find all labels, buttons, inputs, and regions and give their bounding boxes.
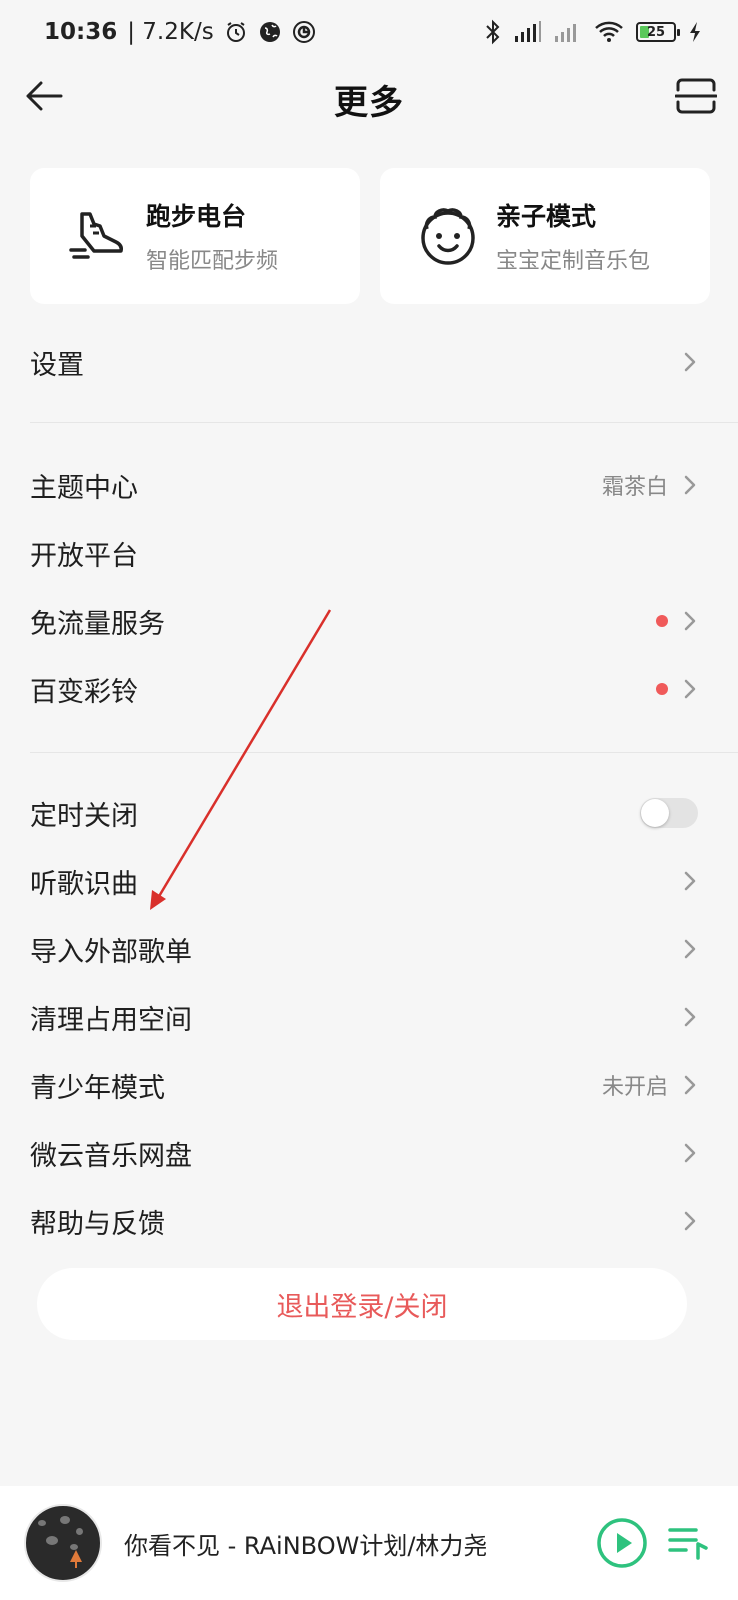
card-title: 跑步电台	[146, 202, 247, 231]
now-playing-title: 你看不见 - RAiNBOW计划/林力尧	[124, 1531, 488, 1560]
battery-icon: 25	[636, 22, 680, 42]
scan-icon	[675, 78, 717, 114]
playlist-button[interactable]	[662, 1517, 714, 1569]
globe-icon	[258, 20, 282, 44]
row-settings[interactable]: 设置	[0, 328, 738, 396]
sleep-timer-toggle[interactable]	[640, 798, 698, 828]
battery-level: 25	[646, 24, 666, 40]
divider	[30, 752, 738, 753]
baby-face-icon	[416, 204, 480, 268]
row-label: 导入外部歌单	[30, 936, 192, 968]
chevron-right-icon	[684, 351, 698, 373]
row-free-data-service[interactable]: 免流量服务	[0, 587, 738, 655]
row-cloud-music-drive[interactable]: 微云音乐网盘	[0, 1119, 738, 1187]
row-label: 主题中心	[30, 472, 138, 504]
row-theme-center[interactable]: 主题中心 霜茶白	[0, 451, 738, 519]
charging-icon	[688, 21, 702, 43]
chevron-right-icon	[684, 610, 698, 632]
page-title: 更多	[334, 82, 404, 123]
row-clear-storage[interactable]: 清理占用空间	[0, 983, 738, 1051]
mini-player[interactable]: 你看不见 - RAiNBOW计划/林力尧	[0, 1486, 738, 1600]
app-notification-icon	[292, 20, 316, 44]
card-subtitle: 宝宝定制音乐包	[496, 249, 651, 274]
row-label: 清理占用空间	[30, 1004, 192, 1036]
row-label: 百变彩铃	[30, 676, 138, 708]
chevron-right-icon	[684, 1006, 698, 1028]
playlist-icon	[668, 1528, 708, 1560]
play-button[interactable]	[596, 1517, 648, 1569]
chevron-right-icon	[684, 678, 698, 700]
row-label: 定时关闭	[30, 800, 138, 832]
row-help-feedback[interactable]: 帮助与反馈	[0, 1187, 738, 1255]
row-value: 未开启	[601, 1075, 668, 1100]
bluetooth-icon	[484, 19, 502, 45]
card-title: 亲子模式	[496, 202, 597, 231]
album-cover[interactable]	[24, 1504, 102, 1582]
network-speed: | 7.2K/s	[127, 19, 214, 45]
signal-icon	[514, 21, 542, 43]
feature-cards: 跑步电台 智能匹配步频 亲子模式 宝宝定制音乐包	[30, 168, 710, 304]
chevron-right-icon	[684, 870, 698, 892]
card-subtitle: 智能匹配步频	[146, 249, 279, 274]
row-import-playlist[interactable]: 导入外部歌单	[0, 915, 738, 983]
chevron-right-icon	[684, 938, 698, 960]
back-button[interactable]	[20, 72, 68, 120]
logout-label: 退出登录/关闭	[276, 1291, 448, 1323]
card-parent-child-mode[interactable]: 亲子模式 宝宝定制音乐包	[380, 168, 710, 304]
chevron-right-icon	[684, 1074, 698, 1096]
card-running-radio[interactable]: 跑步电台 智能匹配步频	[30, 168, 360, 304]
chevron-right-icon	[684, 1142, 698, 1164]
chevron-right-icon	[684, 1210, 698, 1232]
row-label: 设置	[30, 349, 84, 381]
row-label: 听歌识曲	[30, 868, 138, 900]
chevron-right-icon	[684, 474, 698, 496]
row-song-recognition[interactable]: 听歌识曲	[0, 847, 738, 915]
logout-button[interactable]: 退出登录/关闭	[37, 1268, 687, 1340]
row-label: 帮助与反馈	[30, 1208, 165, 1240]
row-label: 开放平台	[30, 540, 138, 572]
service-group: 主题中心 霜茶白 开放平台 免流量服务 百变彩铃	[0, 451, 738, 723]
row-label: 青少年模式	[30, 1072, 165, 1104]
tools-group: 定时关闭 听歌识曲 导入外部歌单 清理占用空间 青少年模式 未开启 微云音乐网盘	[0, 779, 738, 1255]
row-value: 霜茶白	[601, 475, 668, 500]
running-shoe-icon	[66, 204, 130, 268]
alarm-icon	[224, 20, 248, 44]
back-arrow-icon	[26, 81, 63, 111]
red-dot-badge	[656, 683, 668, 695]
status-bar: 10:36 | 7.2K/s 25	[0, 0, 738, 64]
divider	[30, 422, 738, 423]
settings-group: 设置	[0, 328, 738, 396]
red-dot-badge	[656, 615, 668, 627]
row-open-platform[interactable]: 开放平台	[0, 519, 738, 587]
row-teen-mode[interactable]: 青少年模式 未开启	[0, 1051, 738, 1119]
signal-2-icon	[554, 21, 582, 43]
status-time: 10:36	[44, 19, 118, 45]
play-icon	[597, 1518, 647, 1568]
header: 更多	[0, 64, 738, 134]
scan-button[interactable]	[672, 72, 720, 120]
row-ringback-tone[interactable]: 百变彩铃	[0, 655, 738, 723]
row-sleep-timer[interactable]: 定时关闭	[0, 779, 738, 847]
wifi-icon	[594, 20, 624, 44]
row-label: 免流量服务	[30, 608, 165, 640]
row-label: 微云音乐网盘	[30, 1140, 192, 1172]
